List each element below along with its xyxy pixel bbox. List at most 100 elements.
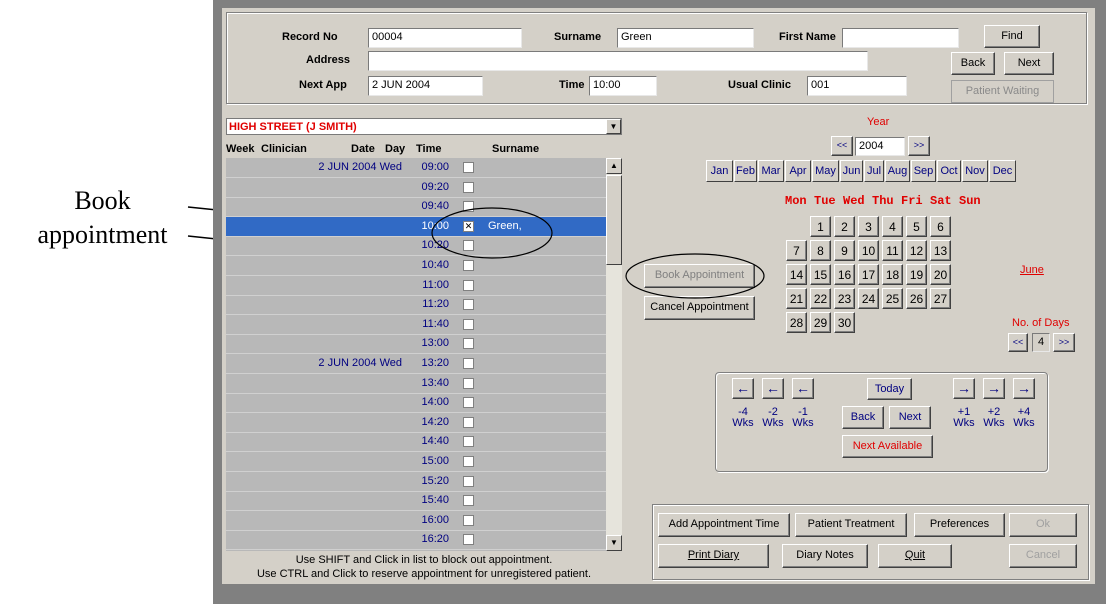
time-field[interactable]: 10:00 bbox=[589, 76, 657, 96]
row-checkbox[interactable] bbox=[463, 397, 474, 409]
row-checkbox[interactable] bbox=[463, 162, 474, 173]
day-10-button[interactable]: 10 bbox=[858, 240, 879, 261]
appointment-list[interactable]: ▲ ▼ 2 JUN 2004 Wed 09:00 09:20 09:40 10:00 ✕ G… bbox=[226, 158, 622, 551]
row-checkbox[interactable] bbox=[463, 260, 474, 271]
table-row[interactable]: 10:20 bbox=[226, 236, 606, 257]
next-app-field[interactable]: 2 JUN 2004 bbox=[368, 76, 483, 96]
month-jul-button[interactable]: Jul bbox=[864, 160, 884, 182]
record-no-field[interactable]: 00004 bbox=[368, 28, 522, 48]
month-jan-button[interactable]: Jan bbox=[706, 160, 733, 182]
quit-button[interactable]: Quit bbox=[878, 544, 952, 568]
nav-back-button[interactable]: Back bbox=[842, 406, 884, 429]
row-checkbox[interactable] bbox=[463, 436, 474, 448]
table-row[interactable]: 09:40 bbox=[226, 197, 606, 218]
table-row[interactable]: 10:00 ✕ Green, bbox=[226, 216, 606, 237]
day-13-button[interactable]: 13 bbox=[930, 240, 951, 261]
clinic-select[interactable]: HIGH STREET (J SMITH) ▼ bbox=[226, 118, 622, 135]
next-button[interactable]: Next bbox=[1004, 52, 1054, 75]
surname-field[interactable]: Green bbox=[617, 28, 754, 48]
table-row[interactable]: 16:20 bbox=[226, 530, 606, 551]
day-21-button[interactable]: 21 bbox=[786, 288, 807, 309]
day-16-button[interactable]: 16 bbox=[834, 264, 855, 285]
book-appointment-button[interactable]: Book Appointment bbox=[644, 264, 755, 288]
row-checkbox[interactable] bbox=[463, 338, 474, 350]
day-30-button[interactable]: 30 bbox=[834, 312, 855, 333]
back-button[interactable]: Back bbox=[951, 52, 995, 75]
month-jun-button[interactable]: Jun bbox=[840, 160, 863, 182]
days-increase-button[interactable]: >> bbox=[1053, 333, 1075, 352]
table-row[interactable]: 11:20 bbox=[226, 295, 606, 316]
row-checkbox[interactable] bbox=[463, 416, 474, 428]
add-appointment-time-button[interactable]: Add Appointment Time bbox=[658, 513, 790, 537]
next-available-button[interactable]: Next Available bbox=[842, 435, 933, 458]
day-1-button[interactable]: 1 bbox=[810, 216, 831, 237]
table-row[interactable]: 13:00 bbox=[226, 334, 606, 355]
row-checkbox[interactable]: ✕ bbox=[463, 220, 474, 232]
year-field[interactable]: 2004 bbox=[855, 137, 905, 156]
day-23-button[interactable]: 23 bbox=[834, 288, 855, 309]
scroll-thumb[interactable] bbox=[606, 175, 622, 265]
row-checkbox[interactable] bbox=[463, 358, 474, 369]
nav-next-button[interactable]: Next bbox=[889, 406, 931, 429]
day-28-button[interactable]: 28 bbox=[786, 312, 807, 333]
back-2-weeks-arrow-icon[interactable]: ← bbox=[762, 378, 784, 399]
table-row[interactable]: 11:00 bbox=[226, 276, 606, 296]
back-4-weeks-arrow-icon[interactable]: ← bbox=[732, 378, 754, 399]
row-checkbox[interactable] bbox=[463, 456, 474, 467]
chevron-down-icon[interactable]: ▼ bbox=[606, 119, 621, 134]
scroll-down-icon[interactable]: ▼ bbox=[606, 535, 622, 551]
row-checkbox[interactable] bbox=[463, 475, 474, 487]
day-26-button[interactable]: 26 bbox=[906, 288, 927, 309]
day-19-button[interactable]: 19 bbox=[906, 264, 927, 285]
patient-waiting-button[interactable]: Patient Waiting bbox=[951, 80, 1054, 103]
day-27-button[interactable]: 27 bbox=[930, 288, 951, 309]
today-button[interactable]: Today bbox=[867, 378, 912, 400]
usual-clinic-field[interactable]: 001 bbox=[807, 76, 907, 96]
address-field[interactable] bbox=[368, 51, 868, 71]
scroll-up-icon[interactable]: ▲ bbox=[606, 158, 622, 174]
day-7-button[interactable]: 7 bbox=[786, 240, 807, 261]
table-row[interactable]: 09:20 bbox=[226, 178, 606, 198]
table-row[interactable]: 15:40 bbox=[226, 491, 606, 512]
row-checkbox[interactable] bbox=[463, 201, 474, 213]
table-row[interactable]: 14:40 bbox=[226, 432, 606, 453]
day-11-button[interactable]: 11 bbox=[882, 240, 903, 261]
row-checkbox[interactable] bbox=[463, 534, 474, 546]
days-count-field[interactable]: 4 bbox=[1032, 333, 1050, 352]
year-next-button[interactable]: >> bbox=[908, 136, 930, 156]
day-6-button[interactable]: 6 bbox=[930, 216, 951, 237]
day-9-button[interactable]: 9 bbox=[834, 240, 855, 261]
month-may-button[interactable]: May bbox=[812, 160, 839, 182]
month-nov-button[interactable]: Nov bbox=[962, 160, 988, 182]
back-1-week-arrow-icon[interactable]: ← bbox=[792, 378, 814, 399]
patient-treatment-button[interactable]: Patient Treatment bbox=[795, 513, 907, 537]
day-25-button[interactable]: 25 bbox=[882, 288, 903, 309]
ok-button[interactable]: Ok bbox=[1009, 513, 1077, 537]
month-sep-button[interactable]: Sep bbox=[911, 160, 936, 182]
day-8-button[interactable]: 8 bbox=[810, 240, 831, 261]
cancel-button[interactable]: Cancel bbox=[1009, 544, 1077, 568]
day-29-button[interactable]: 29 bbox=[810, 312, 831, 333]
table-row[interactable]: 11:40 bbox=[226, 315, 606, 335]
day-24-button[interactable]: 24 bbox=[858, 288, 879, 309]
days-decrease-button[interactable]: << bbox=[1008, 333, 1028, 352]
table-row[interactable]: 13:40 bbox=[226, 374, 606, 394]
month-apr-button[interactable]: Apr bbox=[785, 160, 811, 182]
table-row[interactable]: 14:20 bbox=[226, 413, 606, 433]
table-row[interactable]: 10:40 bbox=[226, 256, 606, 276]
cancel-appointment-button[interactable]: Cancel Appointment bbox=[644, 296, 755, 320]
day-12-button[interactable]: 12 bbox=[906, 240, 927, 261]
row-checkbox[interactable] bbox=[463, 181, 474, 193]
forward-1-week-arrow-icon[interactable]: → bbox=[953, 378, 975, 399]
day-14-button[interactable]: 14 bbox=[786, 264, 807, 285]
day-4-button[interactable]: 4 bbox=[882, 216, 903, 237]
day-18-button[interactable]: 18 bbox=[882, 264, 903, 285]
table-row[interactable]: 15:20 bbox=[226, 472, 606, 492]
row-checkbox[interactable] bbox=[463, 299, 474, 311]
print-diary-button[interactable]: Print Diary bbox=[658, 544, 769, 568]
day-22-button[interactable]: 22 bbox=[810, 288, 831, 309]
month-name-link[interactable]: June bbox=[1020, 264, 1044, 276]
row-checkbox[interactable] bbox=[463, 240, 474, 252]
row-checkbox[interactable] bbox=[463, 514, 474, 526]
row-checkbox[interactable] bbox=[463, 279, 474, 291]
